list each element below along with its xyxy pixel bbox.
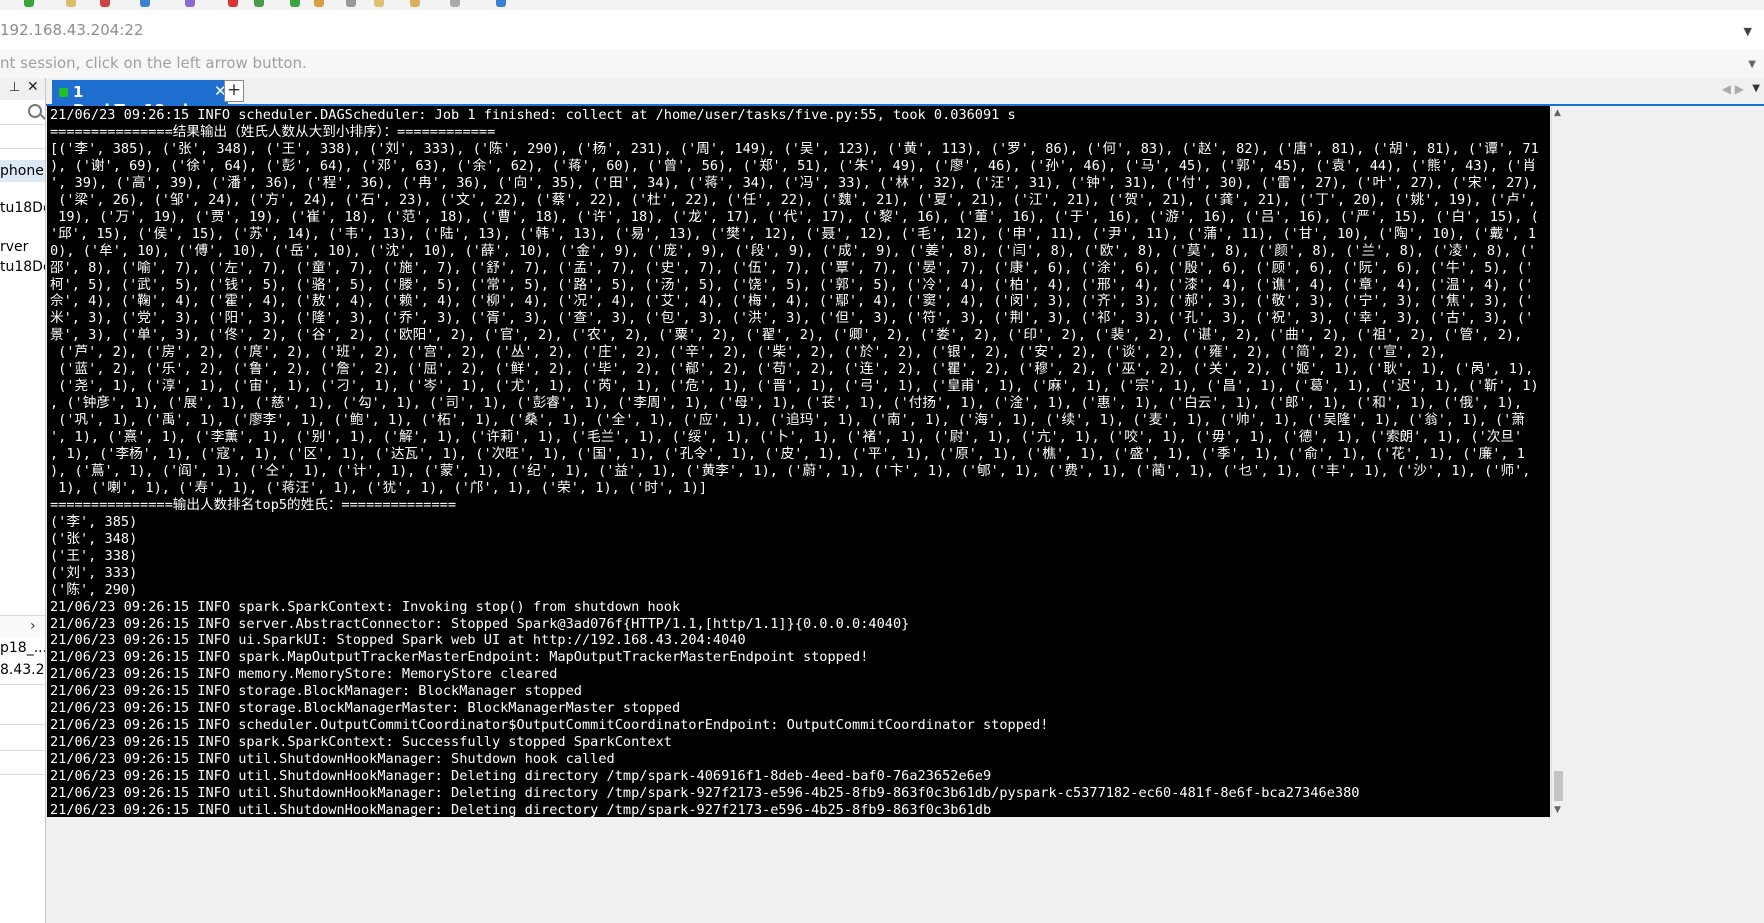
address-dropdown-icon[interactable]: ▼	[1744, 25, 1752, 38]
terminal-line: 21/06/23 09:26:15 INFO memory.MemoryStor…	[50, 666, 558, 683]
toolbar-globe-icon[interactable]	[140, 0, 150, 7]
terminal-line: ), ('蔦', 1), ('阎', 1), ('仝', 1), ('计', 1…	[50, 462, 1531, 479]
terminal-line: ('张', 348)	[50, 530, 138, 547]
terminal-line: 21/06/23 09:26:15 INFO storage.BlockMana…	[50, 700, 681, 717]
terminal-line: 柯', 5), ('武', 5), ('钱', 5), ('骆', 5), ('…	[50, 276, 1534, 293]
terminal-line: , 1), ('李杨', 1), ('寇', 1), ('区', 1), ('达…	[50, 446, 1525, 462]
scroll-down-icon[interactable]: ▼	[1554, 805, 1561, 815]
divider	[0, 774, 45, 775]
hint-expand-icon[interactable]: ▼	[1748, 59, 1756, 70]
terminal-line: ('蓝', 2), ('乐', 2), ('鲁', 2), ('詹', 2), …	[50, 361, 1534, 378]
terminal-line: 21/06/23 09:26:15 INFO spark.MapOutputTr…	[50, 649, 869, 666]
toolbar-folder-icon[interactable]	[374, 0, 384, 7]
toolbar-settings-icon[interactable]	[410, 0, 420, 7]
terminal-line: 21/06/23 09:26:15 INFO spark.SparkContex…	[50, 598, 681, 615]
sessions-sidebar: ⊥ ✕ phone tu18De rver tu18De › p18_... 8…	[0, 78, 46, 923]
terminal-line: 景', 3), ('单', 3), ('佟', 2), ('谷', 2), ('…	[50, 327, 1523, 344]
toolbar-stop-icon[interactable]	[228, 0, 238, 7]
sidebar-header: ⊥ ✕	[0, 78, 45, 101]
sidebar-item-session[interactable]: phone	[0, 160, 45, 182]
toolbar-play-icon[interactable]	[254, 0, 264, 7]
terminal-line: 佘', 4), ('鞠', 4), ('霍', 4), ('敖', 4), ('…	[50, 293, 1534, 310]
terminal-line: 21/06/23 09:26:15 INFO spark.SparkContex…	[50, 734, 672, 751]
chevron-right-icon[interactable]: ›	[30, 618, 36, 634]
toolbar-green-icon[interactable]	[24, 0, 34, 7]
divider	[0, 148, 45, 149]
terminal-line: 21/06/23 09:26:15 INFO scheduler.OutputC…	[50, 717, 1049, 734]
hint-text: nt session, click on the left arrow butt…	[0, 54, 307, 72]
terminal-line: [('李', 385), ('张', 348), ('王', 338), ('刘…	[50, 140, 1539, 157]
terminal-line: 21/06/23 09:26:15 INFO util.ShutdownHook…	[50, 785, 1360, 801]
toolbar-package-icon[interactable]	[314, 0, 324, 7]
sidebar-item-session[interactable]: p18_...	[0, 640, 45, 656]
bottom-strip	[47, 817, 1764, 823]
toolbar-help-icon[interactable]	[496, 0, 506, 7]
terminal-line: ), ('谢', 69), ('徐', 64), ('彭', 64), ('邓'…	[50, 157, 1537, 174]
terminal-line: '邱', 15), ('侯', 15), ('苏', 14), ('韦', 13…	[50, 225, 1537, 242]
sidebar-item-session[interactable]: tu18De	[0, 259, 45, 275]
sidebar-search[interactable]	[0, 100, 45, 125]
terminal-scrollbar[interactable]: ▲ ▼	[1551, 106, 1565, 817]
terminal-line: ', 1), ('熹', 1), ('李薰', 1), ('别', 1), ('…	[50, 429, 1523, 446]
sidebar-scroll-row[interactable]: ›	[0, 615, 45, 638]
terminal-line: ===============输出人数排名top5的姓氏：===========…	[50, 496, 457, 513]
terminal-line: ('陈', 290)	[50, 581, 138, 598]
address-bar[interactable]: 192.168.43.204:22 ▼	[0, 10, 1764, 51]
terminal-line: 0), ('牟', 10), ('傅', 10), ('岳', 10), ('沈…	[50, 242, 1537, 259]
terminal-line: 米', 3), ('党', 3), ('阳', 3), ('隆', 3), ('…	[50, 310, 1534, 327]
toolbar-monitor-icon[interactable]	[450, 0, 460, 7]
pin-icon[interactable]: ⊥	[9, 80, 20, 95]
terminal-line: 21/06/23 09:26:15 INFO util.ShutdownHook…	[50, 768, 992, 785]
terminal-line: 21/06/23 09:26:15 INFO util.ShutdownHook…	[50, 801, 992, 817]
terminal-line: 21/06/23 09:26:15 INFO scheduler.DAGSche…	[50, 107, 1016, 123]
tab-bar: 1 DeskTop18_phone ✕ + ◀ ▶ ▼	[46, 78, 1764, 119]
terminal-line: ('尧', 1), ('淳', 1), ('宙', 1), ('刁', 1), …	[50, 378, 1539, 395]
terminal-line: ('巩', 1), ('禹', 1), ('廖李', 1), ('鲍', 1),…	[50, 412, 1525, 429]
terminal-line: , ('钟彦', 1), ('展', 1), ('慈', 1), ('勾', 1…	[50, 395, 1523, 412]
search-icon[interactable]	[28, 104, 42, 118]
divider	[0, 750, 45, 751]
sidebar-item-session[interactable]: rver	[0, 239, 28, 255]
terminal-line: ===============结果输出（姓氏人数从大到小排序）：========…	[50, 123, 496, 140]
scroll-up-icon[interactable]: ▲	[1554, 108, 1561, 118]
terminal-line: ('王', 338)	[50, 547, 138, 564]
tab-session[interactable]: 1 DeskTop18_phone ✕	[52, 80, 228, 119]
new-tab-button[interactable]: +	[224, 80, 244, 102]
terminal-line: 21/06/23 09:26:15 INFO util.ShutdownHook…	[50, 751, 615, 768]
terminal-line: 21/06/23 09:26:15 INFO server.AbstractCo…	[50, 615, 910, 632]
toolbar-tool-icon[interactable]	[185, 0, 195, 7]
terminal-line: ', 39), ('高', 39), ('潘', 36), ('程', 36),…	[50, 174, 1539, 191]
scrollbar-thumb[interactable]	[1554, 771, 1563, 801]
toolbar-window-icon[interactable]	[346, 0, 356, 7]
sidebar-item-session[interactable]: 8.43.2...	[0, 662, 45, 678]
toolbar-split-icon[interactable]	[290, 0, 300, 7]
divider	[0, 724, 45, 725]
toolbar-search-icon[interactable]	[66, 0, 76, 7]
sidebar-item-session[interactable]: tu18De	[0, 200, 45, 216]
terminal-line: 1), ('喇', 1), ('寿', 1), ('蒋汪', 1), ('犹',…	[50, 479, 708, 496]
terminal-line: ('梁', 26), ('邹', 24), ('方', 24), ('石', 2…	[50, 191, 1537, 208]
terminal-line: ('芦', 2), ('房', 2), ('庹', 2), ('班', 2), …	[50, 344, 1447, 361]
terminal-line: 21/06/23 09:26:15 INFO ui.SparkUI: Stopp…	[50, 632, 746, 649]
terminal-line: 19), ('万', 19), ('贾', 19), ('崔', 18), ('…	[50, 208, 1539, 225]
terminal-line: ('李', 385)	[50, 513, 138, 530]
terminal-line: 邵', 8), ('喻', 7), ('左', 7), ('童', 7), ('…	[50, 259, 1534, 276]
close-icon[interactable]: ✕	[27, 79, 39, 95]
address-text[interactable]: 192.168.43.204:22	[0, 21, 143, 39]
hint-bar: nt session, click on the left arrow butt…	[0, 50, 1764, 79]
divider	[0, 684, 45, 685]
terminal-output[interactable]: 21/06/23 09:26:15 INFO scheduler.DAGSche…	[47, 106, 1550, 817]
connected-status-icon	[59, 88, 68, 97]
terminal-line: 21/06/23 09:26:15 INFO storage.BlockMana…	[50, 683, 582, 700]
terminal-line: ('刘', 333)	[50, 564, 138, 581]
tab-scroll-arrows-icon[interactable]: ◀ ▶	[1722, 82, 1744, 96]
toolbar-red-icon[interactable]	[100, 0, 110, 7]
tab-list-dropdown-icon[interactable]: ▼	[1752, 83, 1760, 94]
